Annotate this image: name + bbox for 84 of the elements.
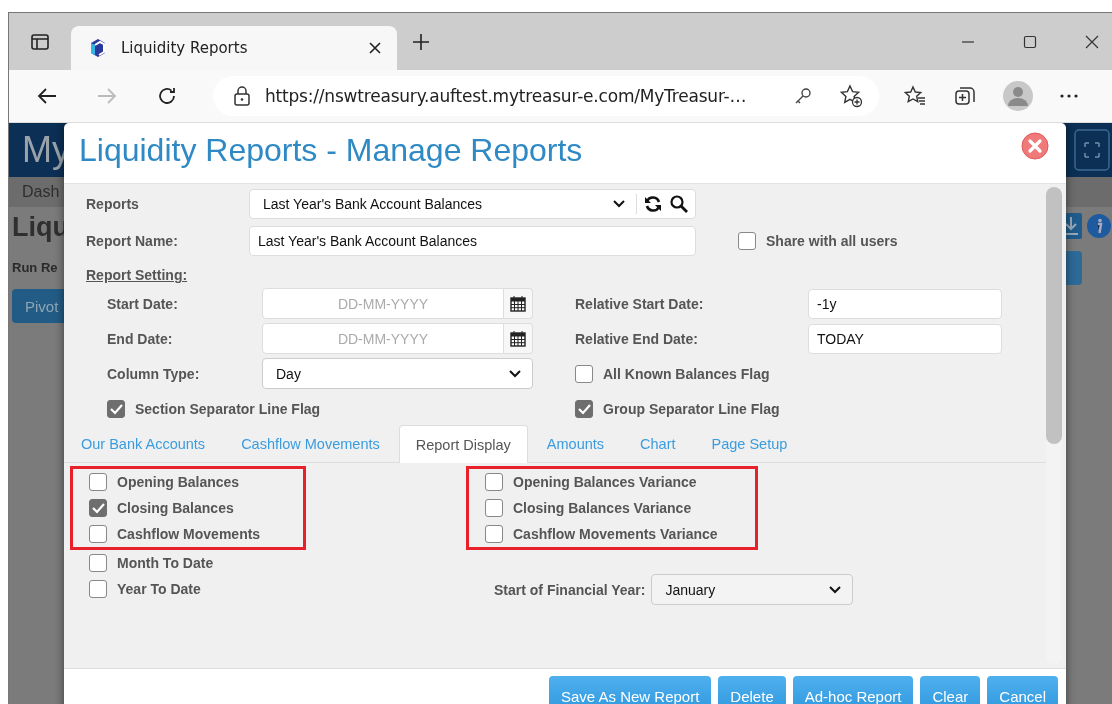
field-label: Report Name:	[86, 233, 179, 249]
checkbox-label: Cashflow Movements Variance	[513, 526, 718, 542]
field-label: Relative Start Date:	[575, 295, 705, 312]
checkbox[interactable]	[89, 580, 107, 598]
maximize-icon[interactable]	[1022, 33, 1038, 50]
checkbox[interactable]	[89, 554, 107, 572]
chevron-down-icon	[508, 368, 522, 379]
checkbox[interactable]	[89, 525, 107, 543]
checkbox[interactable]	[575, 399, 593, 418]
dropdown-value: Last Year's Bank Account Balances	[263, 196, 484, 212]
calendar-icon[interactable]	[510, 295, 526, 312]
checkbox[interactable]	[107, 399, 125, 418]
reports-dropdown[interactable]: Last Year's Bank Account Balances	[249, 189, 696, 219]
dropdown-value: Day	[276, 365, 301, 382]
dialog-button[interactable]: Cancel	[987, 676, 1058, 704]
sidebar-icon[interactable]	[30, 31, 50, 52]
checkbox-label: Group Separator Line Flag	[603, 400, 780, 417]
calendar-button[interactable]	[504, 323, 533, 354]
checkbox[interactable]	[89, 499, 107, 517]
checkbox-label: Closing Balances	[117, 500, 234, 516]
tab[interactable]: Our Bank Accounts	[64, 425, 223, 462]
checkbox-label: Closing Balances Variance	[513, 500, 692, 516]
nav-item[interactable]: Dash	[22, 183, 60, 201]
checkbox[interactable]	[485, 499, 503, 517]
field-label: End Date:	[107, 330, 174, 347]
field-label: Start Date:	[107, 295, 179, 312]
checkbox[interactable]	[485, 525, 503, 543]
profile-avatar-icon[interactable]	[1003, 81, 1033, 111]
field-label: Column Type:	[107, 365, 201, 382]
checkbox-label: Opening Balances	[117, 474, 240, 490]
section-heading: Report Setting:	[86, 267, 188, 283]
dialog-button[interactable]: Ad-hoc Report	[792, 676, 914, 704]
search-icon[interactable]	[669, 194, 689, 214]
close-icon[interactable]	[368, 41, 382, 55]
tab[interactable]: Page Setup	[694, 425, 805, 462]
field-label: Reports	[86, 196, 140, 212]
dialog-button[interactable]: Delete	[718, 676, 786, 704]
browser-tab[interactable]: Liquidity Reports	[71, 26, 397, 70]
calendar-icon[interactable]	[510, 330, 526, 347]
checkbox-label: Year To Date	[117, 581, 201, 597]
dialog-title: Liquidity Reports - Manage Reports	[79, 131, 583, 169]
tab-title: Liquidity Reports	[121, 39, 249, 57]
checkbox[interactable]	[575, 364, 593, 383]
checkbox[interactable]	[738, 232, 756, 250]
key-icon[interactable]	[793, 86, 813, 106]
checkbox-label: Month To Date	[117, 555, 214, 571]
favorites-icon[interactable]	[903, 84, 927, 108]
plus-icon[interactable]	[411, 31, 431, 52]
checkbox-label: Share with all users	[766, 233, 898, 249]
checkbox-label: Opening Balances Variance	[513, 474, 697, 490]
relative-date-field[interactable]: -1y	[808, 288, 1002, 319]
dropdown-value: January	[665, 581, 716, 598]
checkbox-label: Cashflow Movements	[117, 526, 261, 542]
section-label: Run Re	[12, 260, 59, 275]
lock-icon	[233, 86, 251, 106]
tab[interactable]: Chart	[623, 425, 693, 462]
tab[interactable]: Cashflow Movements	[224, 425, 397, 462]
dialog-button[interactable]: Clear	[920, 676, 981, 704]
close-icon[interactable]	[1084, 33, 1100, 50]
star-plus-icon[interactable]	[839, 84, 863, 108]
scrollbar-thumb[interactable]	[1046, 187, 1062, 444]
calendar-button[interactable]	[504, 288, 533, 319]
relative-date-field[interactable]: TODAY	[808, 323, 1002, 354]
checkbox-label: All Known Balances Flag	[603, 365, 770, 382]
checkbox[interactable]	[89, 473, 107, 491]
checkbox[interactable]	[485, 473, 503, 491]
dialog-button[interactable]: Save As New Report	[548, 676, 712, 704]
refresh-icon[interactable]	[636, 194, 663, 214]
date-field[interactable]: DD-MM-YYYY	[262, 288, 504, 319]
collections-icon[interactable]	[953, 84, 977, 108]
chevron-down-icon	[828, 584, 843, 595]
expand-icon[interactable]	[1074, 129, 1110, 171]
chevron-down-icon	[612, 199, 626, 209]
column-type-dropdown[interactable]: Day	[262, 358, 533, 389]
tab[interactable]: Amounts	[529, 425, 622, 462]
date-field[interactable]: DD-MM-YYYY	[262, 323, 504, 354]
address-bar[interactable]: https://nswtreasury.auftest.mytreasur-e.com/MyTreasur-…	[213, 76, 879, 116]
field-label: Start of Financial Year:	[494, 581, 646, 598]
field-label: Relative End Date:	[575, 330, 699, 347]
url-text: https://nswtreasury.auftest.mytreasur-e.com/MyTreasur-…	[265, 86, 748, 106]
tab[interactable]: Report Display	[398, 425, 528, 463]
checkbox-label: Section Separator Line Flag	[135, 400, 321, 417]
report-name-field[interactable]: Last Year's Bank Account Balances	[249, 226, 696, 256]
financial-year-dropdown[interactable]: January	[651, 574, 854, 605]
